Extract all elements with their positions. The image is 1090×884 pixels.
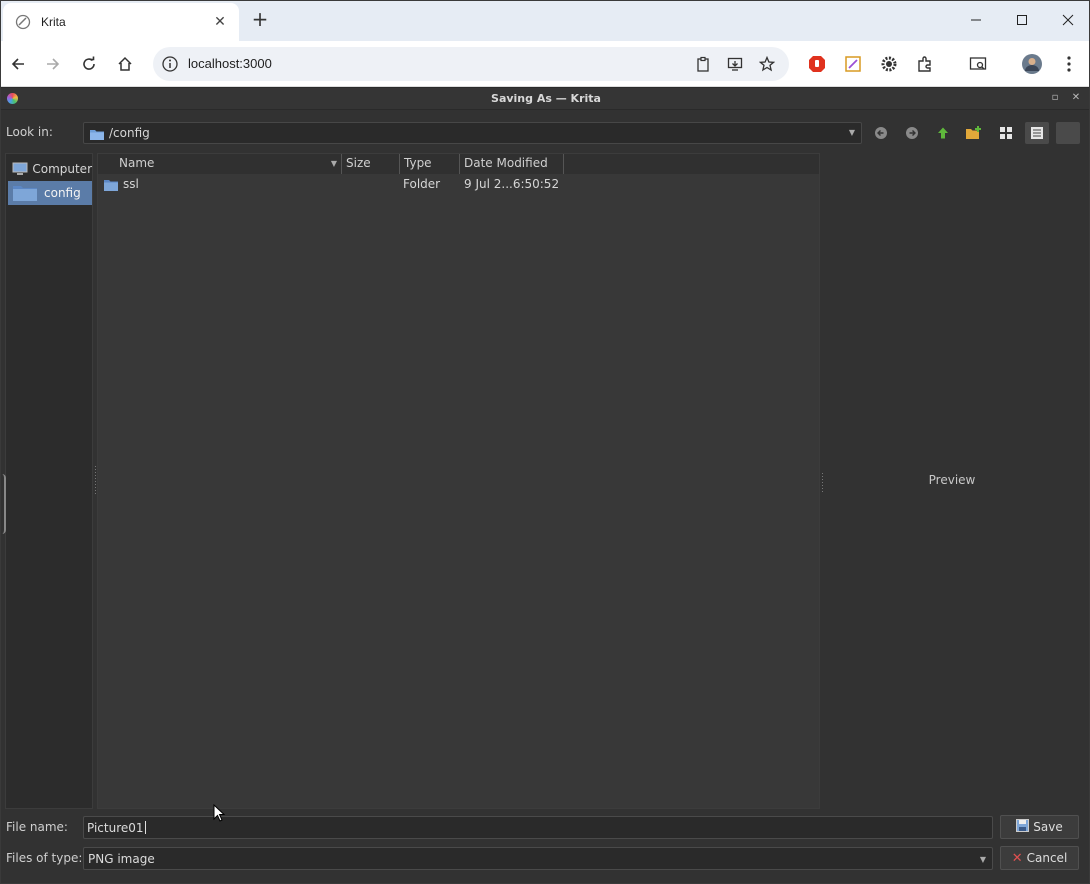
- forward-button[interactable]: [900, 122, 924, 144]
- adblock-extension-icon[interactable]: [806, 53, 828, 75]
- file-type-cell: Folder: [403, 177, 441, 191]
- chevron-down-icon: ▼: [979, 855, 986, 864]
- new-folder-button[interactable]: [962, 122, 986, 144]
- column-header-name[interactable]: Name ▼: [98, 154, 342, 174]
- column-header-type[interactable]: Type: [400, 154, 460, 174]
- new-tab-button[interactable]: +: [249, 9, 271, 31]
- file-type-combobox[interactable]: PNG image ▼: [83, 847, 993, 870]
- bookmark-star-icon[interactable]: [758, 55, 776, 73]
- site-info-icon[interactable]: [161, 55, 179, 73]
- browser-tab-krita[interactable]: Krita ✕: [3, 3, 239, 41]
- gear-extension-icon[interactable]: [878, 53, 900, 75]
- detail-view-button[interactable]: [1025, 122, 1049, 144]
- sort-indicator-icon: ▼: [330, 159, 337, 168]
- minimize-icon[interactable]: [953, 1, 999, 39]
- preview-pane: Preview: [825, 153, 1079, 809]
- browser-toolbar: localhost:3000: [1, 41, 1089, 87]
- reload-icon[interactable]: [77, 52, 101, 76]
- sidebar-item-label: Computer: [32, 162, 92, 176]
- window-close-icon[interactable]: [1045, 1, 1089, 39]
- extensions-puzzle-icon[interactable]: [914, 53, 936, 75]
- folder-icon: [12, 184, 44, 202]
- browser-tabstrip: Krita ✕ +: [1, 1, 1089, 41]
- column-header-date-modified[interactable]: Date Modified: [460, 154, 564, 174]
- file-list[interactable]: Name ▼ Size Type Date Modified ssl Folde…: [97, 153, 820, 809]
- tab-close-icon[interactable]: ✕: [211, 13, 229, 31]
- dialog-title: Saving As — Krita: [491, 92, 601, 105]
- save-button[interactable]: Save: [1000, 815, 1079, 839]
- address-bar[interactable]: localhost:3000: [153, 47, 789, 81]
- parent-directory-button[interactable]: [931, 122, 955, 144]
- dialog-maximize-icon[interactable]: ▫: [1049, 92, 1061, 104]
- places-sidebar: Computer config: [5, 153, 93, 809]
- cancel-x-icon: ✕: [1011, 850, 1023, 866]
- sidebar-item-computer[interactable]: Computer: [8, 157, 92, 181]
- window-edge-handle: [1, 474, 6, 534]
- chevron-down-icon: ▼: [848, 128, 855, 137]
- home-icon[interactable]: [113, 52, 137, 76]
- image-extension-icon[interactable]: [842, 53, 864, 75]
- tab-title: Krita: [41, 15, 66, 29]
- clipboard-icon[interactable]: [694, 55, 712, 73]
- folder-icon: [103, 177, 119, 196]
- back-arrow-icon[interactable]: [6, 52, 30, 76]
- file-type-label: Files of type:: [6, 851, 83, 865]
- floppy-disk-icon: [1016, 819, 1030, 835]
- preview-splitter-handle[interactable]: [821, 473, 824, 493]
- file-modified-cell: 9 Jul 2...6:50:52: [464, 177, 560, 191]
- sidebar-item-config[interactable]: config: [8, 181, 92, 205]
- cancel-button[interactable]: ✕ Cancel: [1000, 846, 1079, 870]
- preview-toggle-button[interactable]: [1056, 122, 1080, 144]
- dialog-titlebar: Saving As — Krita ▫ ✕: [1, 88, 1089, 110]
- sidebar-splitter-handle[interactable]: [94, 466, 97, 496]
- profile-avatar[interactable]: [1021, 53, 1043, 75]
- computer-icon: [12, 162, 32, 176]
- file-name-label: File name:: [6, 820, 68, 834]
- icon-view-button[interactable]: [994, 122, 1018, 144]
- url-text: localhost:3000: [188, 56, 272, 71]
- back-button[interactable]: [869, 122, 893, 144]
- save-dialog: Look in: /config ▼ Computer config Name …: [1, 110, 1089, 883]
- tab-search-icon[interactable]: [967, 53, 989, 75]
- look-in-label: Look in:: [6, 125, 53, 139]
- screen: Krita ✕ + localhost:3000 Saving As — Kri…: [0, 0, 1090, 884]
- folder-icon: [89, 126, 105, 145]
- krita-favicon-icon: [15, 14, 31, 30]
- column-header-filler: [564, 154, 819, 174]
- preview-label: Preview: [928, 473, 976, 487]
- look-in-combobox[interactable]: /config ▼: [83, 122, 862, 144]
- file-name-cell: ssl: [123, 177, 139, 191]
- column-header-size[interactable]: Size: [342, 154, 400, 174]
- forward-arrow-icon[interactable]: [41, 52, 65, 76]
- browser-menu-icon[interactable]: [1058, 53, 1080, 75]
- dialog-close-icon[interactable]: ✕: [1070, 92, 1082, 104]
- install-app-icon[interactable]: [726, 55, 744, 73]
- text-caret: [144, 821, 146, 834]
- look-in-path: /config: [109, 126, 150, 140]
- sidebar-item-label: config: [44, 186, 81, 200]
- maximize-icon[interactable]: [999, 1, 1045, 39]
- mouse-cursor-icon: [213, 803, 227, 824]
- table-row[interactable]: ssl Folder 9 Jul 2...6:50:52: [98, 174, 819, 195]
